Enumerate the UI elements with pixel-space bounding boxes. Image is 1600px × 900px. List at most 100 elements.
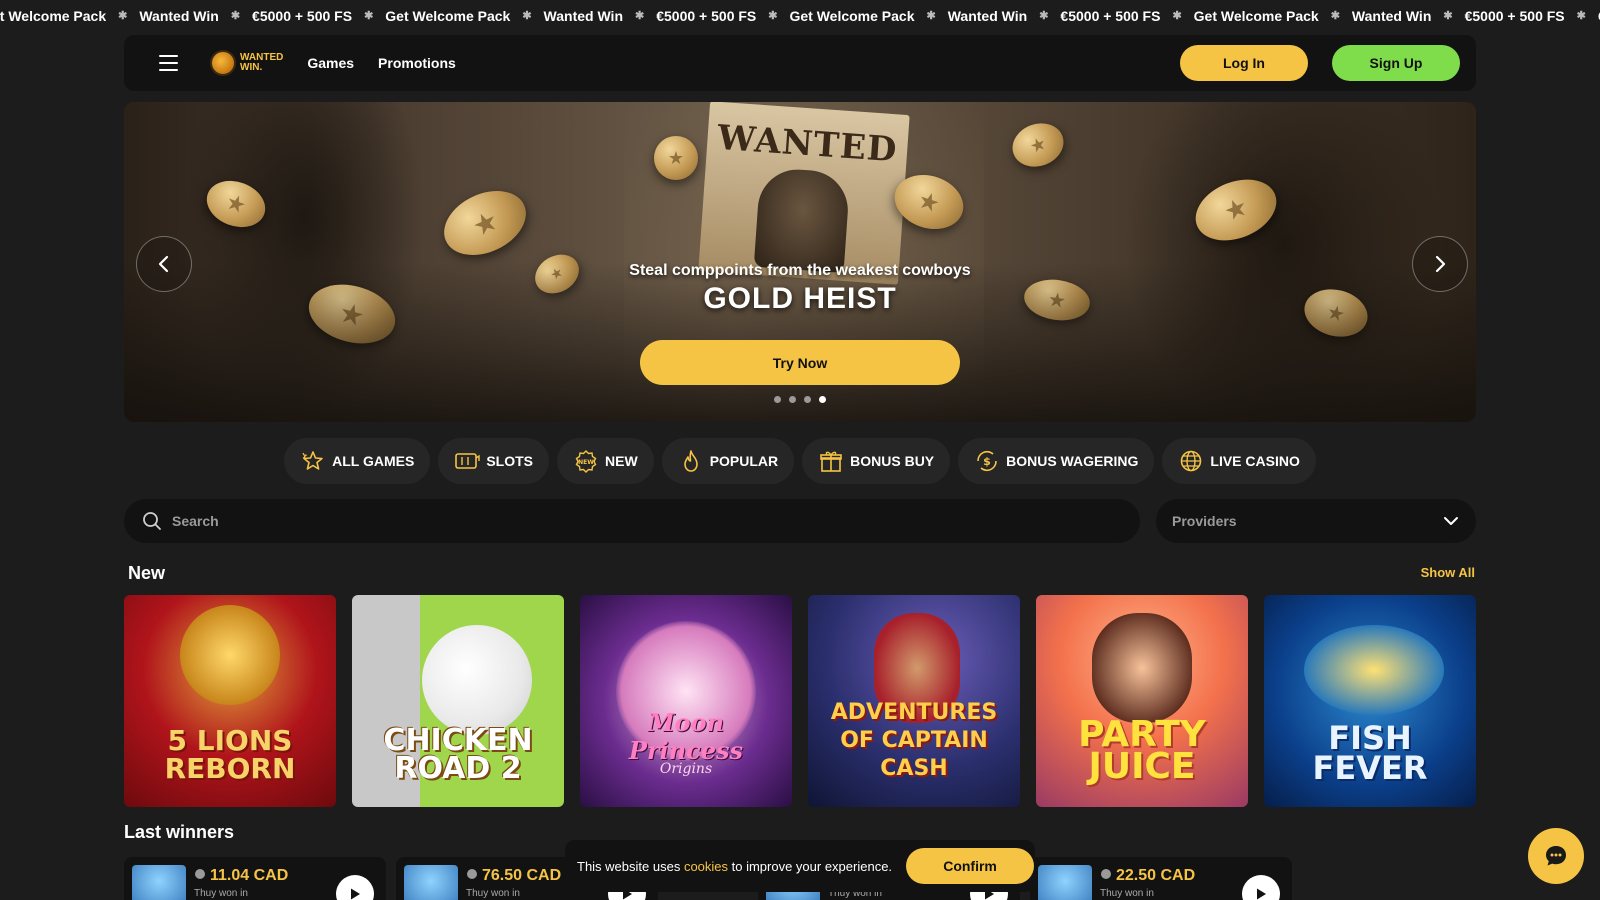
ticker-text: Wanted Win [1351,8,1432,24]
signup-button[interactable]: Sign Up [1332,45,1460,81]
category-tab-popular[interactable]: Popular [661,438,795,484]
ticker-item: Get Welcome Pack ✱ [385,0,543,33]
asterisk-icon: ✱ [118,10,128,22]
asterisk-icon: ✱ [1172,10,1182,22]
hero-banner: WANTED Steal comppoints from the weakest… [124,102,1476,422]
game-card[interactable]: Moon Princess Origins [580,595,792,807]
game-card[interactable]: Fish Fever [1264,595,1476,807]
globe-icon [1178,449,1204,473]
winner-info: 11.04 CAD Thuy won in [194,865,288,899]
winner-game-thumbnail[interactable] [132,865,186,900]
ticker-item: €5000 + 500 FS ✱ [252,0,385,33]
nav-promotions[interactable]: Promotions [378,55,456,71]
svg-text:NEW: NEW [578,459,594,466]
menu-icon[interactable] [146,41,190,85]
search-input[interactable] [172,513,1072,529]
winner-game-thumbnail[interactable] [1038,865,1092,900]
winner-info: 22.50 CAD Thuy won in [1100,865,1195,899]
winner-name: Thuy won in [466,888,520,899]
promo-ticker: et Welcome Pack ✱ Wanted Win ✱ €5000 + 500 F… [0,0,1600,33]
asterisk-icon: ✱ [1330,10,1340,22]
cookie-text: This website uses cookies to improve you… [577,859,892,874]
game-card[interactable]: Adventures of Captain Cash [808,595,1020,807]
cookie-text-before: This website uses [577,858,684,874]
hero-subtitle: Steal comppoints from the weakest cowboy… [629,262,971,279]
category-label: Popular [709,453,779,469]
chat-button[interactable] [1528,828,1584,884]
play-button[interactable] [336,875,374,900]
winner-amount: 76.50 CAD [466,867,561,885]
next-slide-button[interactable] [1412,236,1468,292]
ticker-item: Wanted Win ✱ [948,0,1061,33]
winner-card: 11.04 CAD Thuy won in [124,857,386,900]
ticker-item: €5000 + 500 FS ✱ [1465,0,1598,33]
category-tab-new[interactable]: NEW New [557,438,654,484]
game-art-image [1092,613,1192,723]
game-art-image [180,605,280,705]
chevron-left-icon [158,255,169,273]
category-label: New [605,453,638,469]
ticker-item: €5000 + 500 FS ✱ [1060,0,1193,33]
coin-icon [654,136,698,180]
game-card[interactable]: 5 Lions Reborn [124,595,336,807]
game-title: Adventures of Captain Cash [830,700,998,781]
nav-games[interactable]: Games [307,55,354,71]
game-card[interactable]: Chicken Road 2 [352,595,564,807]
top-navigation-bar: WANTED WIN. Games Promotions Log In Sign… [124,35,1476,91]
logo-line-2: WIN. [240,62,263,73]
winner-amount: 11.04 CAD [194,867,288,885]
new-badge-icon: NEW [573,449,599,473]
show-all-link[interactable]: Show All [1400,565,1475,580]
category-tab-all-games[interactable]: All Games [284,438,431,484]
search-bar [124,499,1140,543]
coin-icon [1006,116,1070,174]
category-label: Bonus Wagering [1006,453,1139,469]
ticker-text: €5000 + 500 FS [656,8,757,24]
category-tab-live-casino[interactable]: Live Casino [1162,438,1316,484]
game-title: Fish Fever [1312,719,1428,787]
game-art-image [1304,625,1444,715]
game-art-image [422,625,532,735]
coin-icon [466,867,478,885]
category-label: Bonus Buy [850,453,935,469]
ticker-text: €5000 + 500 FS [1060,8,1161,24]
cookie-policy-link[interactable]: cookies [684,859,728,874]
asterisk-icon: ✱ [926,10,936,22]
game-title: Moon Princess [628,708,744,765]
coin-icon [194,867,206,885]
game-card[interactable]: Party Juice [1036,595,1248,807]
cookie-banner: This website uses cookies to improve you… [565,840,1035,892]
ticker-text: Get Welcome Pack [1193,8,1319,24]
asterisk-icon: ✱ [230,10,241,22]
ticker-track: et Welcome Pack ✱ Wanted Win ✱ €5000 + 500 F… [0,0,1600,33]
category-tab-bonus-wagering[interactable]: $ Bonus Wagering [958,438,1155,484]
ticker-item: Wanted Win ✱ [544,0,657,33]
slide-dot[interactable] [789,396,796,403]
winner-amount-value: 76.50 CAD [482,867,562,884]
category-tab-bonus-buy[interactable]: Bonus Buy [802,438,951,484]
game-title: Chicken Road 2 [383,723,533,786]
play-button[interactable] [1242,875,1280,900]
slide-dot[interactable] [804,396,811,403]
slide-dot[interactable] [819,396,826,403]
play-icon [1257,888,1266,900]
category-tabs: All Games Slots NEW New Popular Bonus Buy $ Bon… [0,438,1600,484]
category-tab-slots[interactable]: Slots [438,438,550,484]
slide-indicator [124,396,1476,403]
ticker-text: Wanted Win [947,8,1028,24]
cookie-text-after: to improve your experience. [728,858,893,874]
chat-bubble-icon [1546,846,1566,866]
winner-amount-value: 22.50 CAD [1116,867,1196,884]
ticker-item: et Welcome Pack ✱ [0,0,139,33]
slide-dot[interactable] [774,396,781,403]
login-button[interactable]: Log In [1180,45,1308,81]
try-now-button[interactable]: Try Now [640,340,960,385]
providers-dropdown[interactable]: Providers [1156,499,1476,543]
new-games-row: 5 Lions Reborn Chicken Road 2 Moon Princes… [124,595,1476,807]
winner-name: Thuy won in [1100,888,1154,899]
site-logo[interactable]: WANTED WIN. [210,50,283,76]
cookie-confirm-button[interactable]: Confirm [906,848,1035,884]
asterisk-icon: ✱ [522,10,532,22]
prev-slide-button[interactable] [136,236,192,292]
winner-game-thumbnail[interactable] [404,865,458,900]
